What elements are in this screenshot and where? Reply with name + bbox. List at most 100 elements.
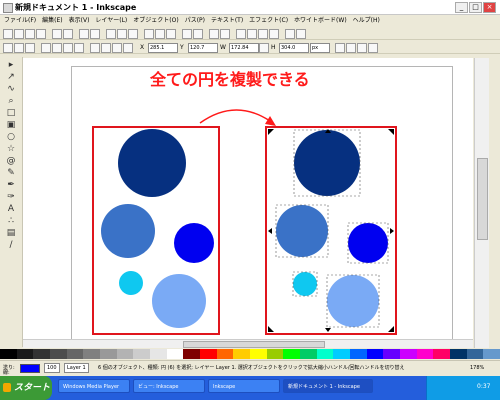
- rotate-ccw-icon[interactable]: [41, 43, 51, 53]
- xml-editor-icon[interactable]: [258, 29, 268, 39]
- drawing-canvas[interactable]: [23, 58, 473, 348]
- pencil-tool-icon[interactable]: ✎: [6, 168, 16, 178]
- transform-gradient-icon[interactable]: [357, 43, 367, 53]
- gradient-tool-icon[interactable]: ▤: [6, 228, 16, 238]
- star-tool-icon[interactable]: ☆: [6, 144, 16, 154]
- menu-layer[interactable]: レイヤー(L): [95, 15, 127, 26]
- palette-swatch[interactable]: [283, 349, 301, 359]
- opacity-field[interactable]: 100: [44, 363, 60, 373]
- lower-to-bottom-icon[interactable]: [123, 43, 133, 53]
- palette-swatch[interactable]: [100, 349, 117, 359]
- menu-edit[interactable]: 編集(E): [42, 15, 62, 26]
- palette-swatch[interactable]: [183, 349, 201, 359]
- fill-swatch[interactable]: [20, 364, 40, 373]
- task-new-document[interactable]: 新規ドキュメント 1 - Inkscape: [283, 379, 373, 393]
- align-distribute-icon[interactable]: [269, 29, 279, 39]
- transform-stroke-icon[interactable]: [335, 43, 345, 53]
- palette-swatch[interactable]: [333, 349, 351, 359]
- palette-swatch[interactable]: [166, 349, 184, 359]
- dropper-tool-icon[interactable]: ∕: [6, 240, 16, 250]
- palette-swatch[interactable]: [133, 349, 151, 359]
- ellipse-tool-icon[interactable]: ○: [6, 132, 16, 142]
- palette-swatch[interactable]: [233, 349, 251, 359]
- lower-icon[interactable]: [112, 43, 122, 53]
- text-font-icon[interactable]: [247, 29, 257, 39]
- minimize-button[interactable]: _: [455, 2, 468, 13]
- cut-icon[interactable]: [117, 29, 127, 39]
- palette-swatch[interactable]: [50, 349, 67, 359]
- palette-swatch[interactable]: [250, 349, 267, 359]
- zoom-selection-icon[interactable]: [144, 29, 154, 39]
- menu-view[interactable]: 表示(V): [69, 15, 90, 26]
- menu-object[interactable]: オブジェクト(O): [133, 15, 178, 26]
- box3d-tool-icon[interactable]: ▣: [6, 120, 16, 130]
- menu-whiteboard[interactable]: ホワイトボード(W): [294, 15, 347, 26]
- palette-swatch[interactable]: [216, 349, 234, 359]
- spiral-tool-icon[interactable]: @: [6, 156, 16, 166]
- group-icon[interactable]: [209, 29, 219, 39]
- palette-swatch[interactable]: [116, 349, 134, 359]
- unit-select[interactable]: px: [310, 43, 330, 53]
- height-input[interactable]: 304.0: [279, 43, 309, 53]
- task-media-player[interactable]: Windows Media Player: [58, 379, 130, 393]
- vertical-scroll-thumb[interactable]: [477, 158, 488, 240]
- horizontal-scroll-thumb[interactable]: [183, 341, 325, 348]
- menu-file[interactable]: ファイル(F): [4, 15, 36, 26]
- calligraphy-tool-icon[interactable]: ✑: [6, 192, 16, 202]
- rotate-cw-icon[interactable]: [52, 43, 62, 53]
- copy-icon[interactable]: [106, 29, 116, 39]
- select-all-icon[interactable]: [3, 43, 13, 53]
- document-properties-icon[interactable]: [296, 29, 306, 39]
- task-inkscape-view[interactable]: ビュー: Inkscape: [133, 379, 205, 393]
- zoom-drawing-icon[interactable]: [155, 29, 165, 39]
- maximize-button[interactable]: □: [469, 2, 482, 13]
- layer-select[interactable]: Layer 1: [64, 363, 89, 373]
- zoom-tool-icon[interactable]: ⌕: [6, 96, 16, 106]
- pen-tool-icon[interactable]: ✒: [6, 180, 16, 190]
- preferences-icon[interactable]: [285, 29, 295, 39]
- duplicate-icon[interactable]: [182, 29, 192, 39]
- horizontal-scrollbar[interactable]: [23, 339, 473, 348]
- flip-vertical-icon[interactable]: [74, 43, 84, 53]
- y-input[interactable]: 120.7: [188, 43, 218, 53]
- deselect-icon[interactable]: [25, 43, 35, 53]
- menu-effects[interactable]: エフェクト(C): [249, 15, 288, 26]
- raise-to-top-icon[interactable]: [90, 43, 100, 53]
- palette-swatch[interactable]: [350, 349, 367, 359]
- close-button[interactable]: ×: [483, 2, 496, 13]
- tweak-tool-icon[interactable]: ∿: [6, 84, 16, 94]
- palette-swatch[interactable]: [16, 349, 34, 359]
- palette-swatch[interactable]: [83, 349, 101, 359]
- palette-swatch[interactable]: [150, 349, 167, 359]
- menu-path[interactable]: パス(P): [185, 15, 205, 26]
- palette-swatch[interactable]: [316, 349, 334, 359]
- palette-swatch[interactable]: [466, 349, 484, 359]
- export-icon[interactable]: [63, 29, 73, 39]
- start-button[interactable]: スタート: [0, 376, 52, 400]
- palette-swatch[interactable]: [450, 349, 467, 359]
- palette-swatch[interactable]: [266, 349, 284, 359]
- print-icon[interactable]: [36, 29, 46, 39]
- undo-icon[interactable]: [79, 29, 89, 39]
- lock-ratio-icon[interactable]: [259, 43, 269, 53]
- palette-swatch[interactable]: [416, 349, 434, 359]
- text-tool-icon[interactable]: A: [6, 204, 16, 214]
- new-document-icon[interactable]: [3, 29, 13, 39]
- ungroup-icon[interactable]: [220, 29, 230, 39]
- palette-swatch[interactable]: [483, 349, 500, 359]
- open-icon[interactable]: [14, 29, 24, 39]
- zoom-page-icon[interactable]: [166, 29, 176, 39]
- palette-swatch[interactable]: [66, 349, 84, 359]
- x-input[interactable]: 285.1: [148, 43, 178, 53]
- palette-swatch[interactable]: [400, 349, 417, 359]
- palette-swatch[interactable]: [383, 349, 401, 359]
- fill-stroke-icon[interactable]: [236, 29, 246, 39]
- flip-horizontal-icon[interactable]: [63, 43, 73, 53]
- palette-swatch[interactable]: [300, 349, 317, 359]
- transform-pattern-icon[interactable]: [368, 43, 378, 53]
- paste-icon[interactable]: [128, 29, 138, 39]
- select-all-layers-icon[interactable]: [14, 43, 24, 53]
- zoom-field[interactable]: 178%: [470, 363, 484, 373]
- palette-swatch[interactable]: [200, 349, 217, 359]
- clone-icon[interactable]: [193, 29, 203, 39]
